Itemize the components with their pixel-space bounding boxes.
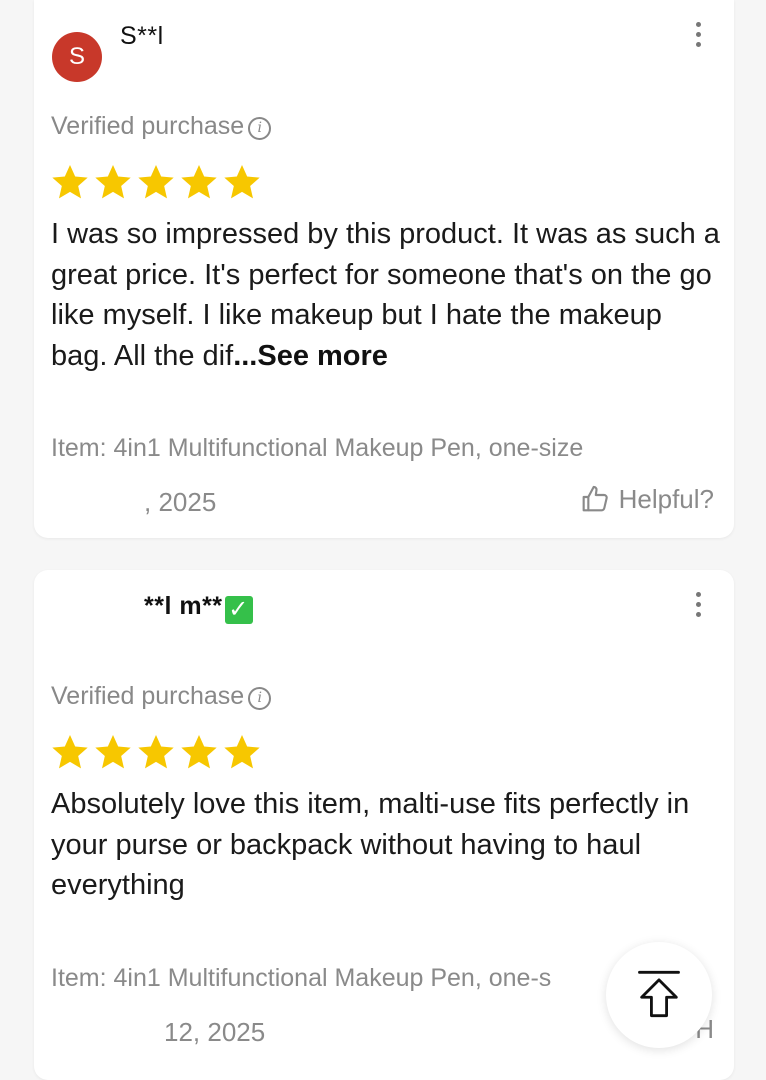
see-more-link[interactable]: See more <box>257 340 388 372</box>
star-icon <box>222 162 262 202</box>
check-mark-icon: ✓ <box>224 596 253 624</box>
review-card: S S**l Verified purchase i I was so impre… <box>34 0 734 538</box>
avatar[interactable]: S <box>52 32 102 82</box>
star-icon <box>136 162 176 202</box>
star-icon <box>50 732 90 772</box>
scroll-to-top-button[interactable] <box>606 942 712 1048</box>
review-text: Absolutely love this item, malti-use fit… <box>51 788 690 901</box>
reviewer-name-text: **l m** <box>144 592 223 620</box>
star-icon <box>136 732 176 772</box>
info-icon[interactable]: i <box>248 117 272 140</box>
more-options-button[interactable] <box>690 22 706 56</box>
review-text: I was so impressed by this product. It w… <box>51 214 721 376</box>
verified-purchase-label: Verified purchase i <box>51 112 272 141</box>
review-date: 12, 2025 <box>164 1017 266 1047</box>
helpful-button[interactable]: Helpful? <box>579 483 714 515</box>
reviewer-name: S**l <box>120 22 164 50</box>
ellipsis: ... <box>233 339 258 372</box>
verified-purchase-label: Verified purchase i <box>51 682 272 711</box>
item-variant: Item: 4in1 Multifunctional Makeup Pen, o… <box>51 434 584 462</box>
star-rating <box>50 162 265 202</box>
star-rating <box>50 732 265 772</box>
item-variant: Item: 4in1 Multifunctional Makeup Pen, o… <box>51 964 552 992</box>
thumbs-up-icon <box>579 483 611 515</box>
more-options-button[interactable] <box>690 592 706 626</box>
arrow-up-to-top-icon <box>638 970 680 1018</box>
star-icon <box>179 162 219 202</box>
reviewer-name: **l m** ✓ <box>144 592 253 624</box>
star-icon <box>93 732 133 772</box>
helpful-label: Helpful? <box>618 483 714 514</box>
review-date: , 2025 <box>144 487 217 517</box>
verified-purchase-text: Verified purchase <box>51 682 245 710</box>
verified-purchase-text: Verified purchase <box>51 112 245 140</box>
star-icon <box>222 732 262 772</box>
star-icon <box>93 162 133 202</box>
info-icon[interactable]: i <box>248 687 272 710</box>
star-icon <box>179 732 219 772</box>
star-icon <box>50 162 90 202</box>
